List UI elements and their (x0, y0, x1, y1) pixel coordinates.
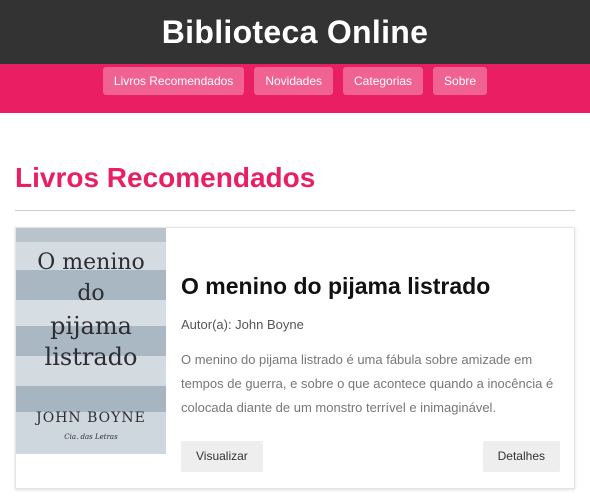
site-title: Biblioteca Online (161, 13, 429, 50)
cover-title-line: do (77, 281, 105, 306)
main-content: Livros Recomendados O menino do pijama l… (0, 161, 590, 489)
view-button[interactable]: Visualizar (181, 441, 263, 472)
main-nav: Livros Recomendados Novidades Categorias… (0, 64, 590, 113)
cover-author: JOHN BOYNE (36, 410, 146, 426)
book-actions: Visualizar Detalhes (181, 441, 560, 472)
section-divider (15, 210, 575, 211)
book-info: O menino do pijama listrado Autor(a): Jo… (166, 228, 574, 488)
cover-title-line: pijama (50, 312, 132, 340)
book-card: O menino do pijama listrado JOHN BOYNE C… (15, 227, 575, 489)
book-title: O menino do pijama listrado (181, 273, 491, 299)
nav-categorias[interactable]: Categorias (343, 67, 424, 95)
section-title: Livros Recomendados (15, 162, 316, 193)
nav-livros-recomendados[interactable]: Livros Recomendados (102, 67, 245, 95)
cover-title-line: listrado (44, 343, 138, 371)
nav-novidades[interactable]: Novidades (254, 67, 334, 95)
book-cover-image[interactable]: O menino do pijama listrado JOHN BOYNE C… (16, 228, 166, 454)
details-button[interactable]: Detalhes (482, 441, 560, 472)
nav-sobre[interactable]: Sobre (433, 67, 488, 95)
site-header: Biblioteca Online (0, 0, 590, 64)
book-description: O menino do pijama listrado é uma fábula… (181, 352, 554, 415)
book-author: Autor(a): John Boyne (181, 317, 304, 332)
cover-stripe (16, 386, 166, 412)
cover-publisher-logo: Cia. das Letras (64, 433, 118, 441)
cover-stripe (16, 228, 166, 242)
cover-title-line: O menino (37, 250, 145, 275)
